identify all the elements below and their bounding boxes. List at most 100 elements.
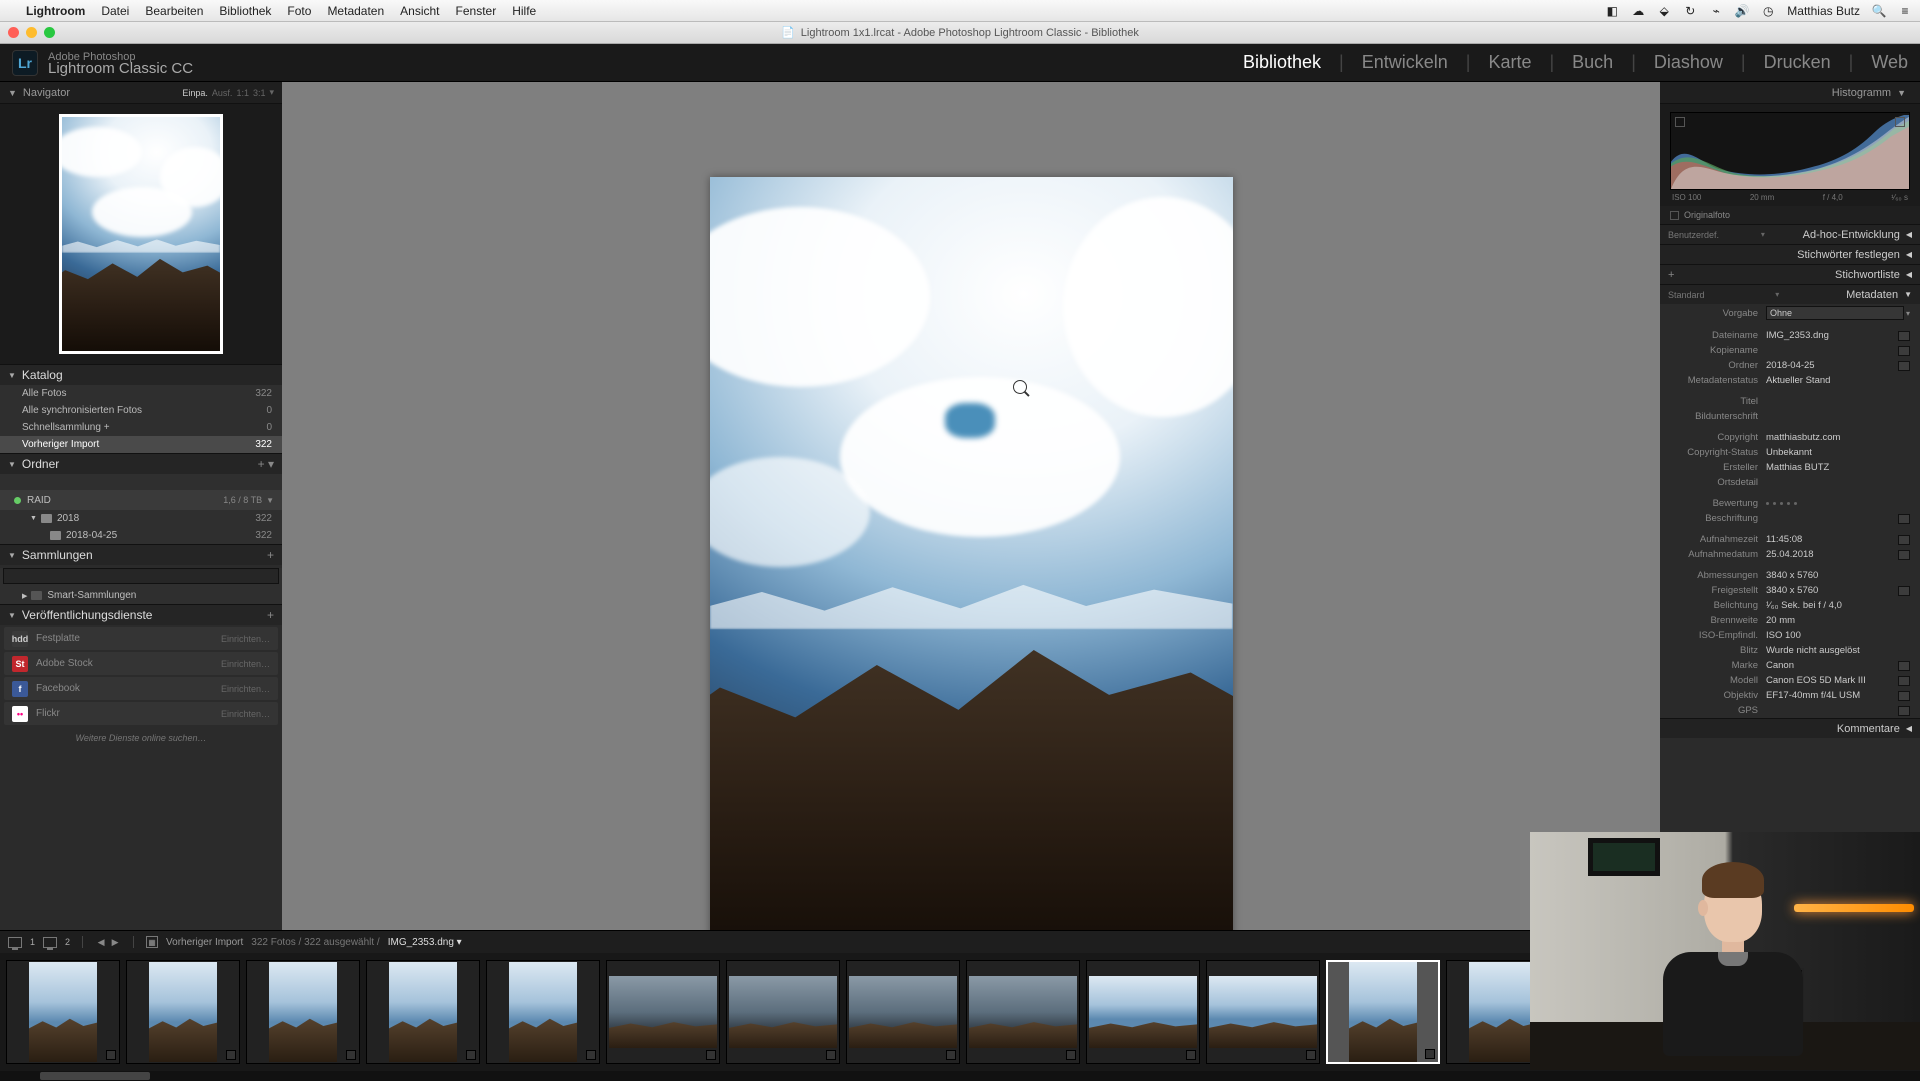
photo-canvas[interactable] bbox=[282, 82, 1660, 1052]
histogram[interactable] bbox=[1670, 112, 1910, 190]
menu-bearbeiten[interactable]: Bearbeiten bbox=[137, 4, 211, 18]
navigator-header[interactable]: ▼ Navigator Einpa. Ausf. 1:1 3:1 ▾ bbox=[0, 82, 282, 104]
find-more-services[interactable]: Weitere Dienste online suchen… bbox=[0, 727, 282, 749]
catalog-item[interactable]: Vorheriger Import322 bbox=[0, 436, 282, 453]
filmstrip-thumb[interactable] bbox=[246, 960, 360, 1064]
collections-filter-input[interactable] bbox=[3, 568, 279, 584]
catalog-item[interactable]: Alle Fotos322 bbox=[0, 385, 282, 402]
chevron-down-icon[interactable]: ▾ bbox=[269, 87, 274, 98]
menu-fenster[interactable]: Fenster bbox=[448, 4, 505, 18]
folders-header[interactable]: ▼Ordner+ ▾ bbox=[0, 454, 282, 474]
publish-service[interactable]: StAdobe StockEinrichten… bbox=[4, 652, 278, 675]
tab-buch[interactable]: Buch bbox=[1572, 52, 1613, 73]
filmstrip-thumb[interactable] bbox=[966, 960, 1080, 1064]
rating-dots[interactable] bbox=[1766, 502, 1910, 505]
publish-service[interactable]: ••FlickrEinrichten… bbox=[4, 702, 278, 725]
action-icon[interactable] bbox=[1898, 676, 1910, 686]
publish-service[interactable]: fFacebookEinrichten… bbox=[4, 677, 278, 700]
filmstrip-thumb[interactable] bbox=[1206, 960, 1320, 1064]
tab-entwickeln[interactable]: Entwickeln bbox=[1362, 52, 1448, 73]
menu-datei[interactable]: Datei bbox=[93, 4, 137, 18]
tab-diashow[interactable]: Diashow bbox=[1654, 52, 1723, 73]
nav-fwd-icon[interactable]: ▶ bbox=[109, 936, 121, 948]
tab-web[interactable]: Web bbox=[1871, 52, 1908, 73]
action-icon[interactable] bbox=[1898, 514, 1910, 524]
monitor2-icon[interactable] bbox=[43, 937, 57, 948]
comments-header[interactable]: Kommentare◀ bbox=[1660, 718, 1920, 738]
monitor1-icon[interactable] bbox=[8, 937, 22, 948]
folder-2018[interactable]: ▼ 2018 322 bbox=[0, 510, 282, 527]
navigator-preview[interactable] bbox=[0, 104, 282, 364]
filmstrip-source[interactable]: Vorheriger Import bbox=[166, 937, 243, 948]
plus-icon[interactable]: + bbox=[267, 608, 274, 622]
tab-bibliothek[interactable]: Bibliothek bbox=[1243, 52, 1321, 73]
adhoc-header[interactable]: Benutzerdef.▾ Ad-hoc-Entwicklung◀ bbox=[1660, 224, 1920, 244]
filmstrip-thumb[interactable] bbox=[126, 960, 240, 1064]
action-icon[interactable] bbox=[1898, 691, 1910, 701]
wifi-icon[interactable]: ⌁ bbox=[1709, 4, 1723, 18]
clock-icon[interactable]: ◷ bbox=[1761, 4, 1775, 18]
publish-header[interactable]: ▼Veröffentlichungsdienste+ bbox=[0, 605, 282, 625]
metadata-header[interactable]: Standard▾ Metadaten▼ bbox=[1660, 284, 1920, 304]
filmstrip-thumb[interactable] bbox=[726, 960, 840, 1064]
action-icon[interactable] bbox=[1898, 586, 1910, 596]
original-photo-row[interactable]: Originalfoto bbox=[1660, 206, 1920, 224]
filmstrip-thumb[interactable] bbox=[846, 960, 960, 1064]
folder-2018-04-25[interactable]: 2018-04-25 322 bbox=[0, 527, 282, 544]
catalog-header[interactable]: ▼Katalog bbox=[0, 365, 282, 385]
volume-row[interactable]: RAID 1,6 / 8 TB ▼ bbox=[0, 490, 282, 510]
menu-foto[interactable]: Foto bbox=[279, 4, 319, 18]
action-icon[interactable] bbox=[1898, 346, 1910, 356]
histogram-header[interactable]: Histogramm▼ bbox=[1660, 82, 1920, 104]
nav-back-icon[interactable]: ◀ bbox=[95, 936, 107, 948]
filmstrip-filename[interactable]: IMG_2353.dng ▾ bbox=[388, 937, 462, 948]
action-icon[interactable] bbox=[1898, 331, 1910, 341]
sync-icon[interactable]: ↻ bbox=[1683, 4, 1697, 18]
filmstrip-thumb[interactable] bbox=[606, 960, 720, 1064]
dropbox-icon[interactable]: ⬙ bbox=[1657, 4, 1671, 18]
plus-icon[interactable]: + bbox=[1668, 269, 1674, 281]
action-icon[interactable] bbox=[1898, 706, 1910, 716]
smart-collections[interactable]: ▶ Smart-Sammlungen bbox=[0, 587, 282, 604]
volume-icon[interactable]: 🔊 bbox=[1735, 4, 1749, 18]
filmstrip-thumb[interactable] bbox=[366, 960, 480, 1064]
catalog-item[interactable]: Alle synchronisierten Fotos0 bbox=[0, 402, 282, 419]
filmstrip-thumb[interactable] bbox=[6, 960, 120, 1064]
keywords-header[interactable]: Stichwörter festlegen◀ bbox=[1660, 244, 1920, 264]
menu-ansicht[interactable]: Ansicht bbox=[392, 4, 447, 18]
preset-select[interactable] bbox=[1766, 306, 1904, 320]
action-icon[interactable] bbox=[1898, 535, 1910, 545]
cloud-icon[interactable]: ☁ bbox=[1631, 4, 1645, 18]
filmstrip-thumb[interactable] bbox=[1326, 960, 1440, 1064]
menubar-user[interactable]: Matthias Butz bbox=[1787, 4, 1860, 18]
plus-icon[interactable]: + ▾ bbox=[258, 457, 274, 471]
status-icon[interactable]: ◧ bbox=[1605, 4, 1619, 18]
grid-icon[interactable]: ▦ bbox=[146, 936, 158, 948]
filmstrip-thumb[interactable] bbox=[486, 960, 600, 1064]
catalog-item[interactable]: Schnellsammlung +0 bbox=[0, 419, 282, 436]
search-icon[interactable]: 🔍 bbox=[1872, 4, 1886, 18]
menu-hilfe[interactable]: Hilfe bbox=[504, 4, 544, 18]
action-icon[interactable] bbox=[1898, 361, 1910, 371]
menu-metadaten[interactable]: Metadaten bbox=[319, 4, 392, 18]
chevron-down-icon[interactable]: ▼ bbox=[266, 496, 274, 505]
creator-value[interactable]: Matthias BUTZ bbox=[1766, 462, 1910, 473]
window-controls[interactable] bbox=[8, 27, 55, 38]
clip-shadow-icon[interactable] bbox=[1675, 117, 1685, 127]
filmstrip-thumb[interactable] bbox=[1086, 960, 1200, 1064]
main-photo[interactable] bbox=[710, 177, 1233, 957]
menu-bibliothek[interactable]: Bibliothek bbox=[211, 4, 279, 18]
menu-app[interactable]: Lightroom bbox=[18, 4, 93, 18]
tab-karte[interactable]: Karte bbox=[1488, 52, 1531, 73]
checkbox-icon[interactable] bbox=[1670, 211, 1679, 220]
scroll-thumb[interactable] bbox=[40, 1072, 150, 1080]
clip-highlight-icon[interactable] bbox=[1895, 117, 1905, 127]
publish-service[interactable]: hddFestplatteEinrichten… bbox=[4, 627, 278, 650]
action-icon[interactable] bbox=[1898, 550, 1910, 560]
copystat-value[interactable]: Unbekannt bbox=[1766, 447, 1910, 458]
menu-icon[interactable]: ≡ bbox=[1898, 4, 1912, 18]
tab-drucken[interactable]: Drucken bbox=[1764, 52, 1831, 73]
plus-icon[interactable]: + bbox=[267, 548, 274, 562]
collections-header[interactable]: ▼Sammlungen+ bbox=[0, 545, 282, 565]
copyright-value[interactable]: matthiasbutz.com bbox=[1766, 432, 1910, 443]
